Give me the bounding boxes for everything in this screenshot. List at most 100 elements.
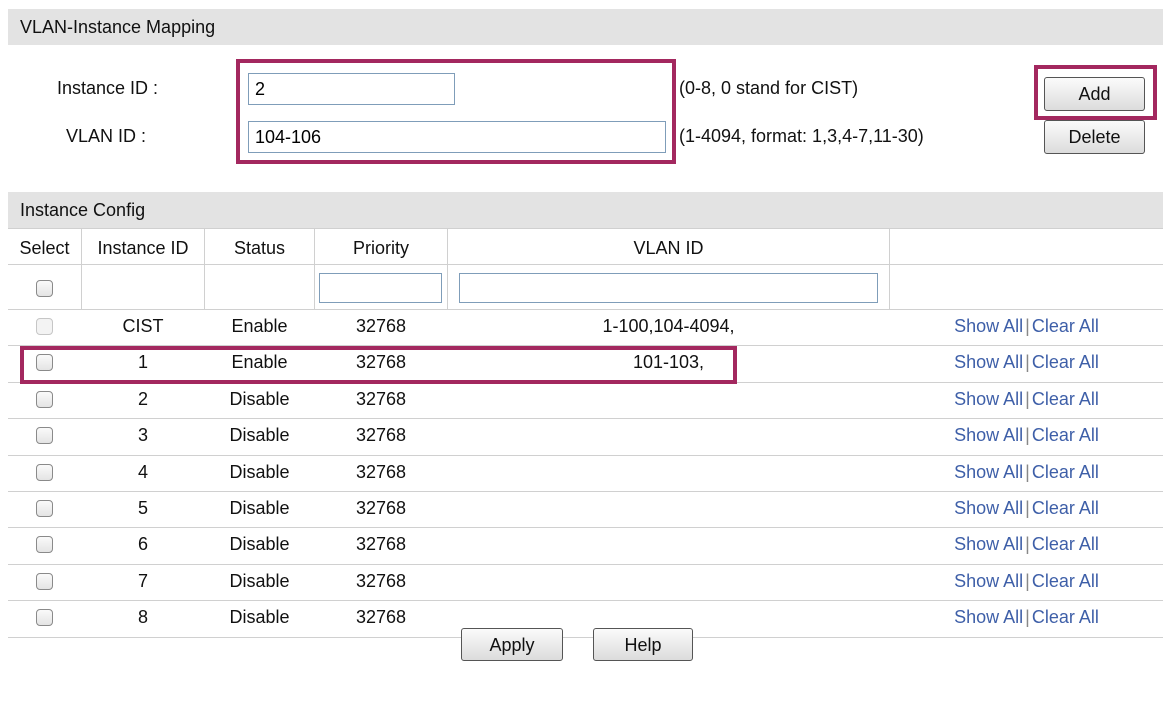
table-grid-line	[8, 345, 1163, 346]
show-all-link[interactable]: Show All	[954, 534, 1023, 554]
row-actions: Show All | Clear All	[890, 534, 1163, 555]
clear-all-link[interactable]: Clear All	[1032, 462, 1099, 482]
row-actions: Show All | Clear All	[890, 571, 1163, 592]
col-header-priority: Priority	[352, 238, 409, 258]
priority-cell: 32768	[355, 498, 407, 518]
clear-all-link[interactable]: Clear All	[1032, 571, 1099, 591]
add-button[interactable]: Add	[1044, 77, 1145, 111]
instance-id-cell: CIST	[122, 316, 164, 336]
row-select-checkbox[interactable]	[36, 573, 53, 590]
vlan-id-input[interactable]	[248, 121, 666, 153]
status-cell: Disable	[229, 534, 290, 554]
row-select-checkbox[interactable]	[36, 609, 53, 626]
table-grid-line	[8, 309, 1163, 310]
apply-button[interactable]: Apply	[461, 628, 563, 661]
row-actions: Show All | Clear All	[890, 389, 1163, 410]
clear-all-link[interactable]: Clear All	[1032, 607, 1099, 627]
instance-id-cell: 8	[137, 607, 148, 627]
show-all-link[interactable]: Show All	[954, 498, 1023, 518]
vlan-id-cell: 1-100,104-4094,	[602, 316, 735, 336]
show-all-link[interactable]: Show All	[954, 389, 1023, 409]
table-grid-line	[8, 527, 1163, 528]
row-select-checkbox[interactable]	[36, 354, 53, 371]
show-all-link[interactable]: Show All	[954, 352, 1023, 372]
link-separator: |	[1025, 571, 1030, 591]
priority-cell: 32768	[355, 389, 407, 409]
show-all-link[interactable]: Show All	[954, 425, 1023, 445]
priority-filter-input[interactable]	[319, 273, 442, 303]
delete-button[interactable]: Delete	[1044, 120, 1145, 154]
priority-cell: 32768	[355, 425, 407, 445]
status-cell: Disable	[229, 462, 290, 482]
link-separator: |	[1025, 352, 1030, 372]
row-actions: Show All | Clear All	[890, 498, 1163, 519]
priority-cell: 32768	[355, 352, 407, 372]
row-actions: Show All | Clear All	[890, 425, 1163, 446]
status-cell: Disable	[229, 389, 290, 409]
table-grid-line	[8, 228, 1163, 229]
show-all-link[interactable]: Show All	[954, 462, 1023, 482]
link-separator: |	[1025, 462, 1030, 482]
row-select-checkbox[interactable]	[36, 536, 53, 553]
priority-cell: 32768	[355, 534, 407, 554]
mapping-section-header: VLAN-Instance Mapping	[8, 9, 1163, 45]
status-cell: Enable	[231, 316, 288, 336]
instance-id-input[interactable]	[248, 73, 455, 105]
vlan-id-cell: 101-103,	[632, 352, 705, 372]
instance-id-cell: 3	[137, 425, 148, 445]
status-cell: Disable	[229, 498, 290, 518]
row-actions: Show All | Clear All	[890, 316, 1163, 337]
clear-all-link[interactable]: Clear All	[1032, 352, 1099, 372]
row-select-checkbox[interactable]	[36, 464, 53, 481]
link-separator: |	[1025, 425, 1030, 445]
show-all-link[interactable]: Show All	[954, 607, 1023, 627]
table-grid-line	[8, 637, 1163, 638]
status-cell: Enable	[231, 352, 288, 372]
table-column-divider	[81, 228, 82, 309]
table-column-divider	[447, 228, 448, 309]
row-actions: Show All | Clear All	[890, 607, 1163, 628]
row-select-checkbox[interactable]	[36, 427, 53, 444]
col-header-select: Select	[19, 238, 70, 258]
clear-all-link[interactable]: Clear All	[1032, 425, 1099, 445]
row-select-checkbox[interactable]	[36, 500, 53, 517]
instance-id-hint: (0-8, 0 stand for CIST)	[679, 78, 859, 98]
priority-cell: 32768	[355, 571, 407, 591]
row-actions: Show All | Clear All	[890, 462, 1163, 483]
row-select-checkbox	[36, 318, 53, 335]
table-grid-line	[8, 564, 1163, 565]
select-all-checkbox[interactable]	[36, 280, 53, 297]
priority-cell: 32768	[355, 462, 407, 482]
instance-id-label: Instance ID :	[57, 78, 159, 98]
priority-cell: 32768	[355, 607, 407, 627]
instance-id-cell: 6	[137, 534, 148, 554]
table-grid-line	[8, 455, 1163, 456]
show-all-link[interactable]: Show All	[954, 316, 1023, 336]
link-separator: |	[1025, 316, 1030, 336]
config-section-header: Instance Config	[8, 192, 1163, 228]
clear-all-link[interactable]: Clear All	[1032, 498, 1099, 518]
link-separator: |	[1025, 534, 1030, 554]
instance-id-cell: 7	[137, 571, 148, 591]
table-grid-line	[8, 491, 1163, 492]
link-separator: |	[1025, 389, 1030, 409]
clear-all-link[interactable]: Clear All	[1032, 316, 1099, 336]
vlan-filter-input[interactable]	[459, 273, 878, 303]
table-column-divider	[314, 228, 315, 309]
clear-all-link[interactable]: Clear All	[1032, 534, 1099, 554]
priority-cell: 32768	[355, 316, 407, 336]
col-header-status: Status	[233, 238, 286, 258]
table-column-divider	[204, 228, 205, 309]
instance-id-cell: 1	[137, 352, 148, 372]
col-header-instance-id: Instance ID	[97, 238, 189, 258]
row-actions: Show All | Clear All	[890, 352, 1163, 373]
help-button[interactable]: Help	[593, 628, 693, 661]
instance-id-cell: 4	[137, 462, 148, 482]
table-grid-line	[8, 600, 1163, 601]
show-all-link[interactable]: Show All	[954, 571, 1023, 591]
table-grid-line	[8, 382, 1163, 383]
row-select-checkbox[interactable]	[36, 391, 53, 408]
link-separator: |	[1025, 498, 1030, 518]
status-cell: Disable	[229, 607, 290, 627]
clear-all-link[interactable]: Clear All	[1032, 389, 1099, 409]
